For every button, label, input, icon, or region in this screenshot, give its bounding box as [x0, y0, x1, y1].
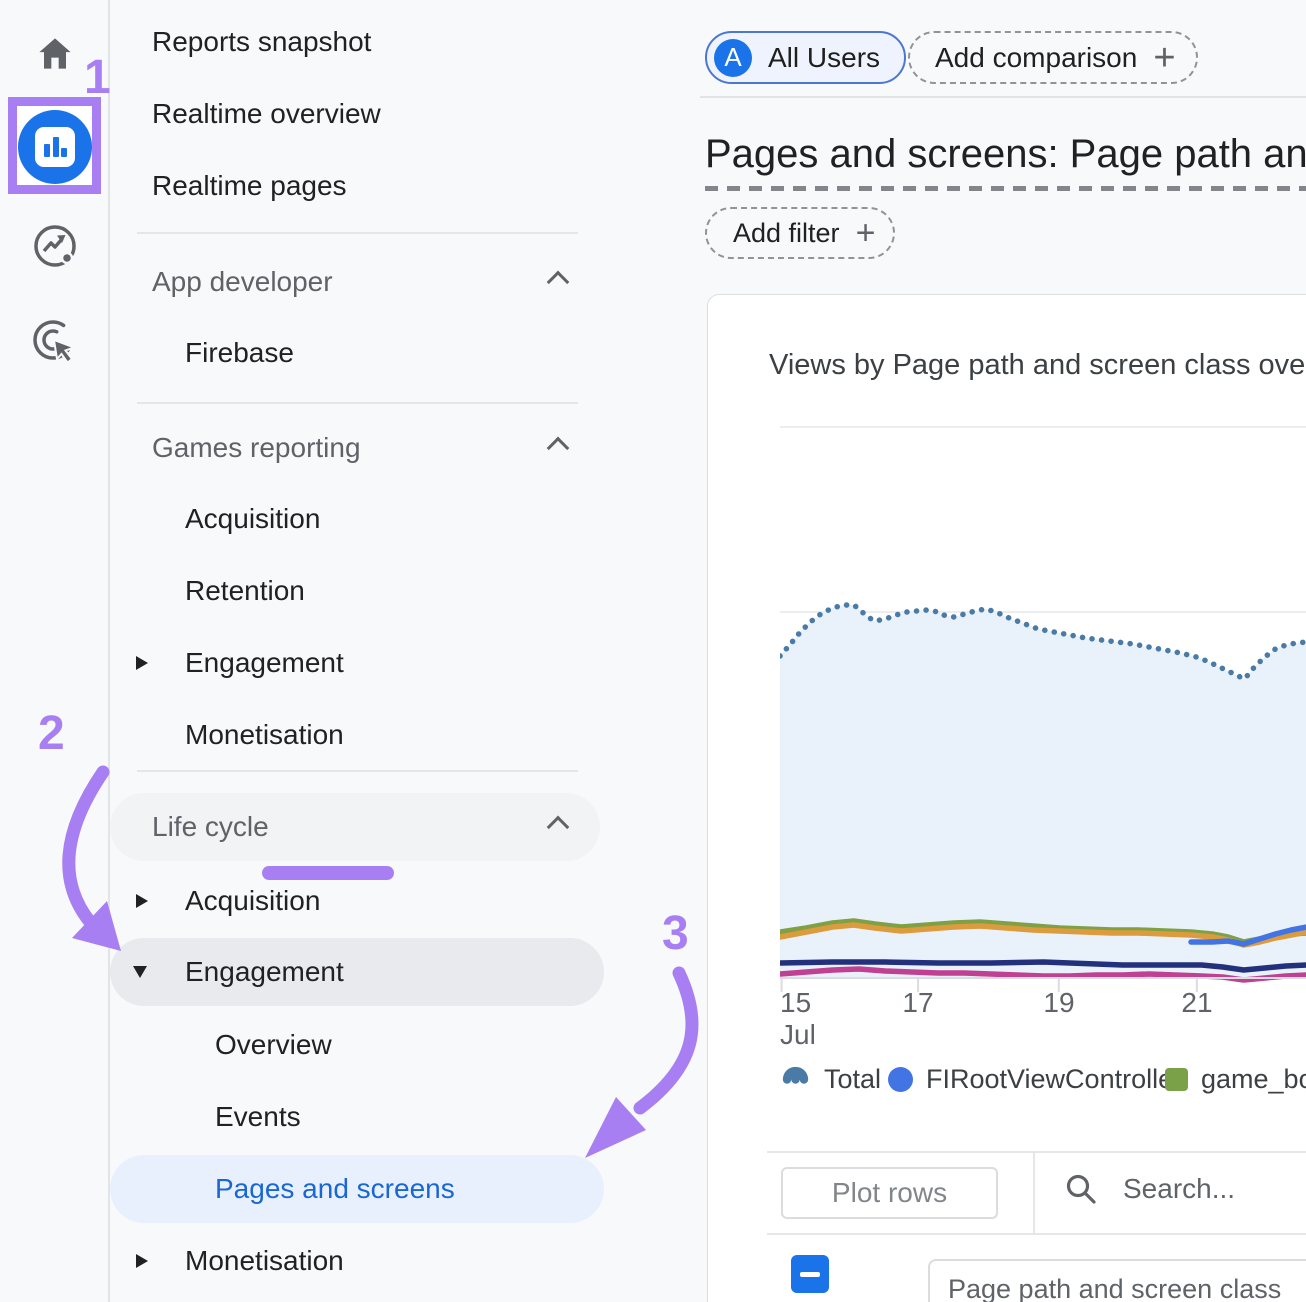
add-filter-button[interactable]: Add filter + — [705, 207, 895, 259]
nav-item-games-engagement[interactable]: Engagement — [110, 645, 706, 681]
plot-rows-button[interactable]: Plot rows — [781, 1167, 998, 1219]
nav-item-label: Events — [215, 1101, 301, 1133]
card-divider — [767, 1233, 1306, 1235]
advertising-icon[interactable] — [31, 318, 79, 366]
explore-icon[interactable] — [31, 222, 79, 270]
nav-item-games-acquisition[interactable]: Acquisition — [110, 501, 706, 537]
collapse-down-icon[interactable] — [133, 966, 147, 978]
nav-item-games-retention[interactable]: Retention — [110, 573, 706, 609]
header-divider — [700, 96, 1306, 98]
nav-item-realtime-overview[interactable]: Realtime overview — [110, 96, 706, 132]
nav-divider — [137, 232, 578, 234]
nav-divider — [137, 770, 578, 772]
dimension-dropdown-value: Page path and screen class — [948, 1274, 1281, 1302]
circle-marker-icon — [888, 1067, 913, 1092]
nav-item-label: Engagement — [185, 647, 344, 679]
nav-item-label: Reports snapshot — [152, 26, 371, 58]
nav-item-lifecycle-monetisation[interactable]: Monetisation — [110, 1243, 706, 1279]
chevron-up-icon[interactable] — [547, 271, 570, 294]
nav-item-label: Pages and screens — [110, 1173, 455, 1205]
expand-right-icon[interactable] — [136, 894, 148, 908]
legend-label: game_board — [1201, 1064, 1306, 1095]
annotation-step-3: 3 — [662, 906, 689, 961]
app-rail — [0, 0, 110, 1302]
reports-icon-glyph — [35, 127, 75, 167]
add-comparison-label: Add comparison — [935, 42, 1137, 74]
nav-item-firebase[interactable]: Firebase — [110, 335, 706, 371]
x-tick-label: 21 — [1172, 987, 1222, 1019]
page-title: Pages and screens: Page path and screen … — [705, 132, 1306, 177]
nav-item-lifecycle-engagement[interactable]: Engagement — [110, 938, 604, 1006]
nav-item-games-monetisation[interactable]: Monetisation — [110, 717, 706, 753]
nav-item-lifecycle-acquisition[interactable]: Acquisition — [110, 883, 706, 919]
nav-item-realtime-pages[interactable]: Realtime pages — [110, 168, 706, 204]
nav-section-games-reporting[interactable]: Games reporting — [110, 430, 706, 466]
views-line-chart — [780, 411, 1306, 996]
annotation-underline — [262, 866, 394, 880]
nav-item-label: Retention — [185, 575, 305, 607]
legend-item-firootviewcontroller[interactable]: FIRootViewController — [888, 1064, 1182, 1095]
x-tick-label: 19 — [1034, 987, 1084, 1019]
nav-item-label: Firebase — [185, 337, 294, 369]
scalloped-circle-icon — [780, 1065, 811, 1094]
nav-item-pages-and-screens[interactable]: Pages and screens — [110, 1155, 604, 1223]
indeterminate-dash-icon — [800, 1272, 820, 1277]
card-divider — [767, 1151, 1306, 1153]
plus-icon: + — [1153, 39, 1175, 77]
nav-item-label: Overview — [215, 1029, 332, 1061]
legend-item-game-board[interactable]: game_board — [1165, 1064, 1306, 1095]
nav-section-label: Life cycle — [110, 811, 269, 843]
expand-right-icon[interactable] — [136, 656, 148, 670]
legend-label: FIRootViewController — [926, 1064, 1182, 1095]
search-input[interactable] — [1123, 1173, 1306, 1205]
nav-item-label: Acquisition — [185, 503, 320, 535]
nav-section-app-developer[interactable]: App developer — [110, 264, 706, 300]
annotation-step-2: 2 — [38, 706, 65, 761]
report-card: Views by Page path and screen class over… — [707, 294, 1306, 1302]
nav-item-label: Monetisation — [185, 719, 344, 751]
reports-nav: Reports snapshot Realtime overview Realt… — [110, 0, 706, 1302]
chart-title: Views by Page path and screen class over… — [769, 349, 1306, 382]
x-tick-sublabel: Jul — [780, 1019, 816, 1051]
nav-item-label: Realtime overview — [152, 98, 381, 130]
square-marker-icon — [1165, 1068, 1188, 1091]
audience-label: All Users — [768, 42, 880, 74]
chevron-up-icon[interactable] — [547, 816, 570, 839]
audience-chip-all-users[interactable]: A All Users — [705, 31, 906, 84]
nav-section-label: App developer — [152, 266, 333, 298]
nav-item-engagement-overview[interactable]: Overview — [110, 1027, 706, 1063]
select-all-checkbox-indeterminate[interactable] — [791, 1255, 829, 1293]
toolbar-divider — [1033, 1151, 1035, 1233]
add-filter-label: Add filter — [733, 218, 840, 249]
nav-item-label: Realtime pages — [152, 170, 347, 202]
reports-icon[interactable] — [18, 110, 92, 184]
nav-item-label: Monetisation — [185, 1245, 344, 1277]
ga4-reports-page: { "annotations": { "color": "#a77ff2", "… — [0, 0, 1306, 1302]
x-tick-label: 17 — [893, 987, 943, 1019]
search-icon — [1065, 1173, 1097, 1205]
legend-item-total[interactable]: Total — [780, 1064, 881, 1095]
chevron-up-icon[interactable] — [547, 437, 570, 460]
x-tick-label: 15 — [780, 987, 811, 1019]
add-comparison-button[interactable]: Add comparison + — [908, 31, 1198, 84]
nav-item-reports-snapshot[interactable]: Reports snapshot — [110, 24, 706, 60]
audience-avatar: A — [714, 39, 752, 77]
dimension-dropdown[interactable]: Page path and screen class — [928, 1259, 1306, 1302]
home-icon[interactable] — [33, 32, 77, 76]
nav-divider — [137, 402, 578, 404]
legend-label: Total — [824, 1064, 881, 1095]
plus-icon: + — [856, 216, 876, 250]
table-search — [1065, 1173, 1306, 1205]
nav-item-label: Acquisition — [185, 885, 320, 917]
expand-right-icon[interactable] — [136, 1254, 148, 1268]
annotation-step-1: 1 — [84, 50, 111, 105]
page-title-dashed-underline — [705, 186, 1306, 191]
nav-section-life-cycle[interactable]: Life cycle — [110, 793, 600, 861]
nav-section-label: Games reporting — [152, 432, 361, 464]
nav-item-engagement-events[interactable]: Events — [110, 1099, 706, 1135]
